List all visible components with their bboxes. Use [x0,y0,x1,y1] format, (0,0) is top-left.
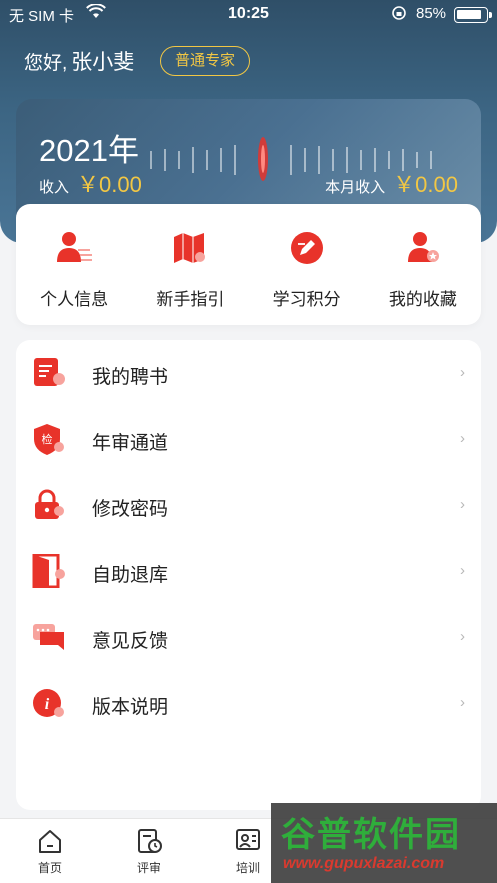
role-badge[interactable]: 普通专家 [160,46,251,76]
greeting: 您好, 张小斐 [24,46,134,76]
menu-item-label: 版本说明 [92,697,169,718]
menu-list: 我的聘书 › 检 年审通道 › 修改密码 › 自助退库 › 意见反馈 › i 版… [16,340,481,810]
menu-item-change-password[interactable]: 修改密码 › [16,474,481,534]
chevron-right-icon: › [460,430,465,447]
battery-icon [454,7,492,23]
quick-action-personal-info[interactable]: 个人信息 [16,204,132,325]
quick-action-label: 新手指引 [156,290,225,309]
monthly-income: 本月收入 ￥0.00 [325,167,458,199]
tab-label: 首页 [37,861,62,875]
menu-item-label: 自助退库 [92,565,169,586]
orientation-lock-icon [392,6,406,20]
user-name: 张小斐 [71,51,135,74]
menu-item-label: 年审通道 [92,433,169,454]
income-year: 2021年 [39,133,139,168]
menu-item-version-info[interactable]: i 版本说明 › [16,672,481,732]
quick-action-study-points[interactable]: 学习积分 [249,204,365,325]
map-icon [174,233,206,263]
door-icon [32,554,65,588]
tab-home[interactable]: 首页 [20,827,80,876]
battery-percentage: 85% [416,5,447,22]
greeting-text: 您好, [24,52,68,74]
lock-icon [35,489,64,519]
watermark: 谷普软件园 www.gupuxlazai.com [271,803,497,883]
tab-review[interactable]: 评审 [119,827,179,876]
chevron-right-icon: › [460,364,465,381]
menu-item-label: 意见反馈 [92,631,169,652]
monthly-income-amount: ￥0.00 [393,172,458,197]
certificate-icon [34,358,65,386]
home-icon [39,830,61,853]
shield-check-icon: 检 [34,424,64,455]
quick-action-label: 学习积分 [272,290,341,309]
menu-item-label: 我的聘书 [92,367,169,388]
quick-action-favorites[interactable]: 我的收藏 [365,204,481,325]
chevron-right-icon: › [460,562,465,579]
chevron-right-icon: › [460,496,465,513]
income-label: 收入 [39,179,70,196]
tab-label: 培训 [235,861,260,875]
tab-training[interactable]: 培训 [218,827,278,876]
pencil-circle-icon [290,232,323,264]
quick-action-label: 个人信息 [40,290,109,309]
shield-badge-text: 检 [42,432,53,446]
person-star-icon [407,232,439,262]
info-icon: i [33,689,64,717]
menu-item-self-withdraw[interactable]: 自助退库 › [16,540,481,600]
monthly-income-label: 本月收入 [325,179,386,196]
review-clock-icon [138,829,162,853]
quick-action-label: 我的收藏 [388,290,457,309]
menu-item-label: 修改密码 [92,499,169,520]
chevron-right-icon: › [460,628,465,645]
income-amount: ￥0.00 [77,172,142,197]
info-badge-text: i [45,696,50,713]
watermark-url: www.gupuxlazai.com [283,855,445,872]
person-card-icon [57,232,93,262]
total-income: 收入 ￥0.00 [39,167,142,199]
menu-item-appointment-letter[interactable]: 我的聘书 › [16,342,481,402]
quick-action-guide[interactable]: 新手指引 [132,204,248,325]
watermark-title: 谷普软件园 [281,816,461,854]
training-icon [236,829,260,850]
menu-item-feedback[interactable]: 意见反馈 › [16,606,481,666]
quick-actions: 个人信息 新手指引 学习积分 我的收藏 [16,204,481,325]
tab-label: 评审 [136,861,161,875]
chevron-right-icon: › [460,694,465,711]
menu-item-annual-review[interactable]: 检 年审通道 › [16,408,481,468]
chat-icon [33,624,64,650]
status-bar: 无 SIM 卡 10:25 85% [0,0,497,30]
